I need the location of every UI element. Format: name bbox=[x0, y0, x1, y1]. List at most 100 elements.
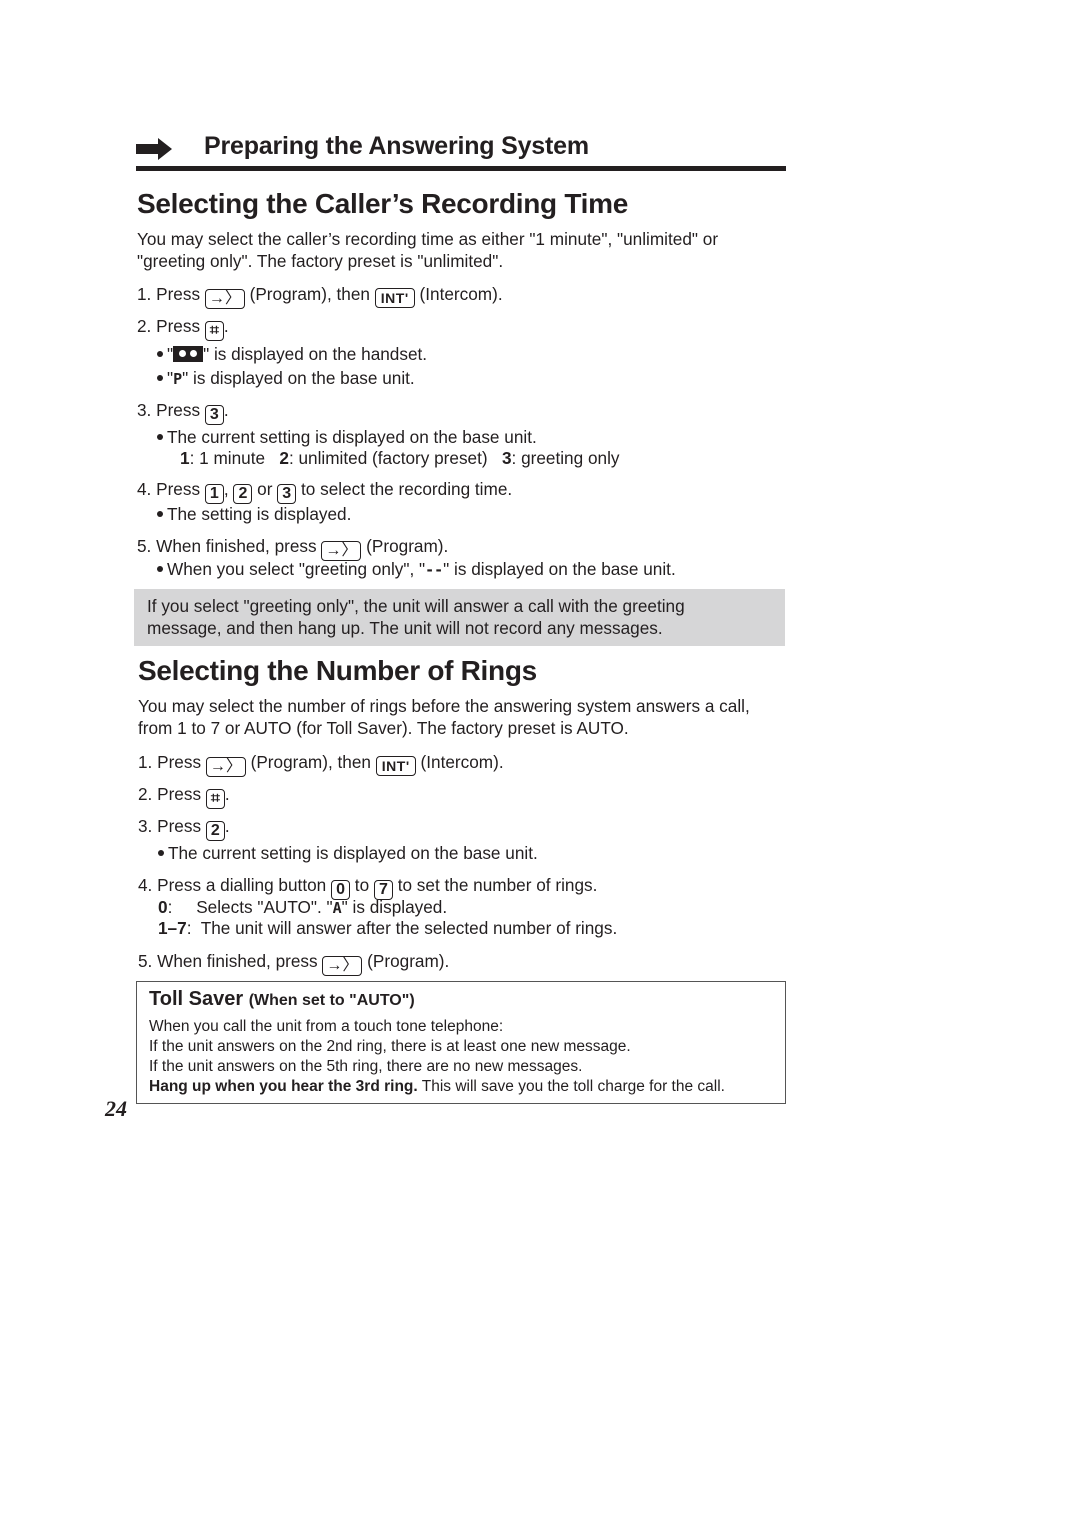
cassette-icon bbox=[173, 346, 204, 362]
step-label: 3. Press bbox=[137, 400, 201, 420]
base-display-note: "P" is displayed on the base unit. bbox=[157, 368, 415, 390]
section-header: Preparing the Answering System bbox=[136, 130, 786, 172]
toll-title-text: Toll Saver bbox=[149, 988, 244, 1010]
rings-option-1-7: 1–7: The unit will answer after the sele… bbox=[158, 918, 617, 939]
step-label: 5. When finished, press bbox=[137, 536, 317, 556]
section-rule bbox=[136, 166, 786, 171]
program-key-icon: →〉 bbox=[322, 956, 363, 976]
dial-key-3: 3 bbox=[277, 484, 297, 504]
rings-step-2: 2. Press ⌗. bbox=[138, 783, 230, 809]
step-text: to set the number of rings. bbox=[397, 875, 598, 895]
option-text: : The unit will answer after the selecte… bbox=[186, 918, 618, 938]
step-text: . bbox=[224, 784, 230, 804]
segment-display-glyph: P bbox=[173, 370, 183, 388]
option-text: " is displayed. bbox=[341, 897, 448, 917]
step-text: (Program). bbox=[367, 951, 450, 971]
rings-step-3: 3. Press 2. bbox=[138, 815, 230, 841]
toll-saver-title: Toll Saver (When set to "AUTO") bbox=[149, 988, 415, 1011]
callout-text: If you select "greeting only", the unit … bbox=[147, 595, 685, 639]
bullet-icon bbox=[158, 850, 164, 856]
intro-line: You may select the caller’s recording ti… bbox=[137, 229, 719, 249]
option-key: 2 bbox=[279, 448, 289, 468]
toll-line: If the unit answers on the 5th ring, the… bbox=[149, 1058, 583, 1075]
step-text: , bbox=[223, 479, 229, 499]
intro-line: from 1 to 7 or AUTO (for Toll Saver). Th… bbox=[138, 718, 629, 738]
intro-line: You may select the number of rings befor… bbox=[138, 696, 750, 716]
recording-step-5: 5. When finished, press →〉 (Program). bbox=[137, 535, 448, 561]
program-key-icon: →〉 bbox=[321, 541, 362, 561]
toll-subtitle: (When set to "AUTO") bbox=[248, 992, 415, 1009]
step-label: 2. Press bbox=[137, 316, 201, 336]
segment-display-glyph: A bbox=[332, 899, 342, 917]
toll-bold-text: Hang up when you hear the 3rd ring. bbox=[149, 1078, 418, 1095]
note-text: The current setting is displayed on the … bbox=[168, 843, 538, 863]
right-arrow-icon bbox=[136, 138, 172, 160]
note-text: The current setting is displayed on the … bbox=[167, 427, 537, 447]
option-key: 3 bbox=[501, 448, 512, 468]
step-text: . bbox=[223, 400, 229, 420]
option-key: 0 bbox=[158, 897, 168, 917]
current-setting-note: The current setting is displayed on the … bbox=[157, 427, 537, 448]
step-text: to bbox=[354, 875, 370, 895]
toll-saver-body: When you call the unit from a touch tone… bbox=[149, 1017, 725, 1097]
option-label: : greeting only bbox=[511, 448, 620, 468]
note-text: " is displayed on the base unit. bbox=[443, 559, 676, 579]
toll-saver-box: Toll Saver (When set to "AUTO") When you… bbox=[136, 981, 786, 1104]
step-text: (Intercom). bbox=[419, 284, 503, 304]
recording-step-2: 2. Press ⌗. bbox=[137, 315, 229, 341]
intro-line: "greeting only". The factory preset is "… bbox=[137, 251, 504, 271]
handset-display-note: " " is displayed on the handset. bbox=[157, 344, 427, 365]
callout-line: message, and then hang up. The unit will… bbox=[147, 618, 663, 638]
dial-key-3: 3 bbox=[204, 405, 224, 425]
step-label: 4. Press a dialling button bbox=[138, 875, 327, 895]
rings-option-0: 0: Selects "AUTO". "A" is displayed. bbox=[158, 897, 447, 919]
rings-step-1: 1. Press →〉 (Program), then INT' (Interc… bbox=[138, 751, 504, 777]
program-key-icon: →〉 bbox=[204, 289, 245, 309]
bullet-icon bbox=[157, 511, 163, 517]
bullet-icon bbox=[157, 375, 163, 381]
program-key-icon: →〉 bbox=[205, 757, 246, 777]
step-text: (Intercom). bbox=[420, 752, 504, 772]
option-text: : Selects "AUTO". " bbox=[167, 897, 333, 917]
recording-step-3: 3. Press 3. bbox=[137, 399, 229, 425]
step-text: (Program). bbox=[366, 536, 449, 556]
toll-text: This will save you the toll charge for t… bbox=[417, 1078, 725, 1095]
intercom-key: INT' bbox=[374, 288, 415, 308]
step-text: (Program), then bbox=[249, 284, 370, 304]
dial-key-1: 1 bbox=[204, 484, 224, 504]
recording-heading: Selecting the Caller’s Recording Time bbox=[137, 188, 628, 219]
step-text: (Program), then bbox=[250, 752, 371, 772]
recording-intro: You may select the caller’s recording ti… bbox=[137, 228, 718, 272]
step-text: to select the recording time. bbox=[301, 479, 513, 499]
bullet-icon bbox=[157, 434, 163, 440]
step-text: . bbox=[224, 816, 230, 836]
answer-key-icon: ⌗ bbox=[204, 321, 224, 341]
dial-key-2: 2 bbox=[205, 821, 225, 841]
option-key: 1–7 bbox=[158, 918, 187, 938]
option-label: : 1 minute bbox=[189, 448, 266, 468]
setting-displayed-note: The setting is displayed. bbox=[157, 504, 351, 525]
bullet-icon bbox=[157, 566, 163, 572]
recording-options: 1: 1 minute 2: unlimited (factory preset… bbox=[180, 448, 619, 469]
note-text: " is displayed on the base unit. bbox=[182, 368, 415, 388]
greeting-only-note: When you select "greeting only", "--" is… bbox=[157, 559, 676, 581]
rings-step-5: 5. When finished, press →〉 (Program). bbox=[138, 950, 449, 976]
note-text: When you select "greeting only", " bbox=[167, 559, 426, 579]
step-label: 1. Press bbox=[137, 284, 201, 304]
step-label: 3. Press bbox=[138, 816, 202, 836]
note-text: The setting is displayed. bbox=[167, 504, 352, 524]
step-label: 2. Press bbox=[138, 784, 202, 804]
bullet-icon bbox=[157, 351, 163, 357]
segment-display-glyph: -- bbox=[425, 561, 444, 579]
recording-step-4: 4. Press 1, 2 or 3 to select the recordi… bbox=[137, 478, 512, 504]
answer-key-icon: ⌗ bbox=[205, 789, 225, 809]
recording-step-1: 1. Press →〉 (Program), then INT' (Interc… bbox=[137, 283, 503, 309]
rings-heading: Selecting the Number of Rings bbox=[138, 655, 537, 686]
step-text: . bbox=[223, 316, 229, 336]
option-label: : unlimited (factory preset) bbox=[288, 448, 488, 468]
step-label: 4. Press bbox=[137, 479, 201, 499]
dial-key-2: 2 bbox=[233, 484, 253, 504]
note-text: " is displayed on the handset. bbox=[203, 344, 428, 364]
rings-intro: You may select the number of rings befor… bbox=[138, 695, 750, 739]
rings-current-setting-note: The current setting is displayed on the … bbox=[158, 843, 538, 864]
